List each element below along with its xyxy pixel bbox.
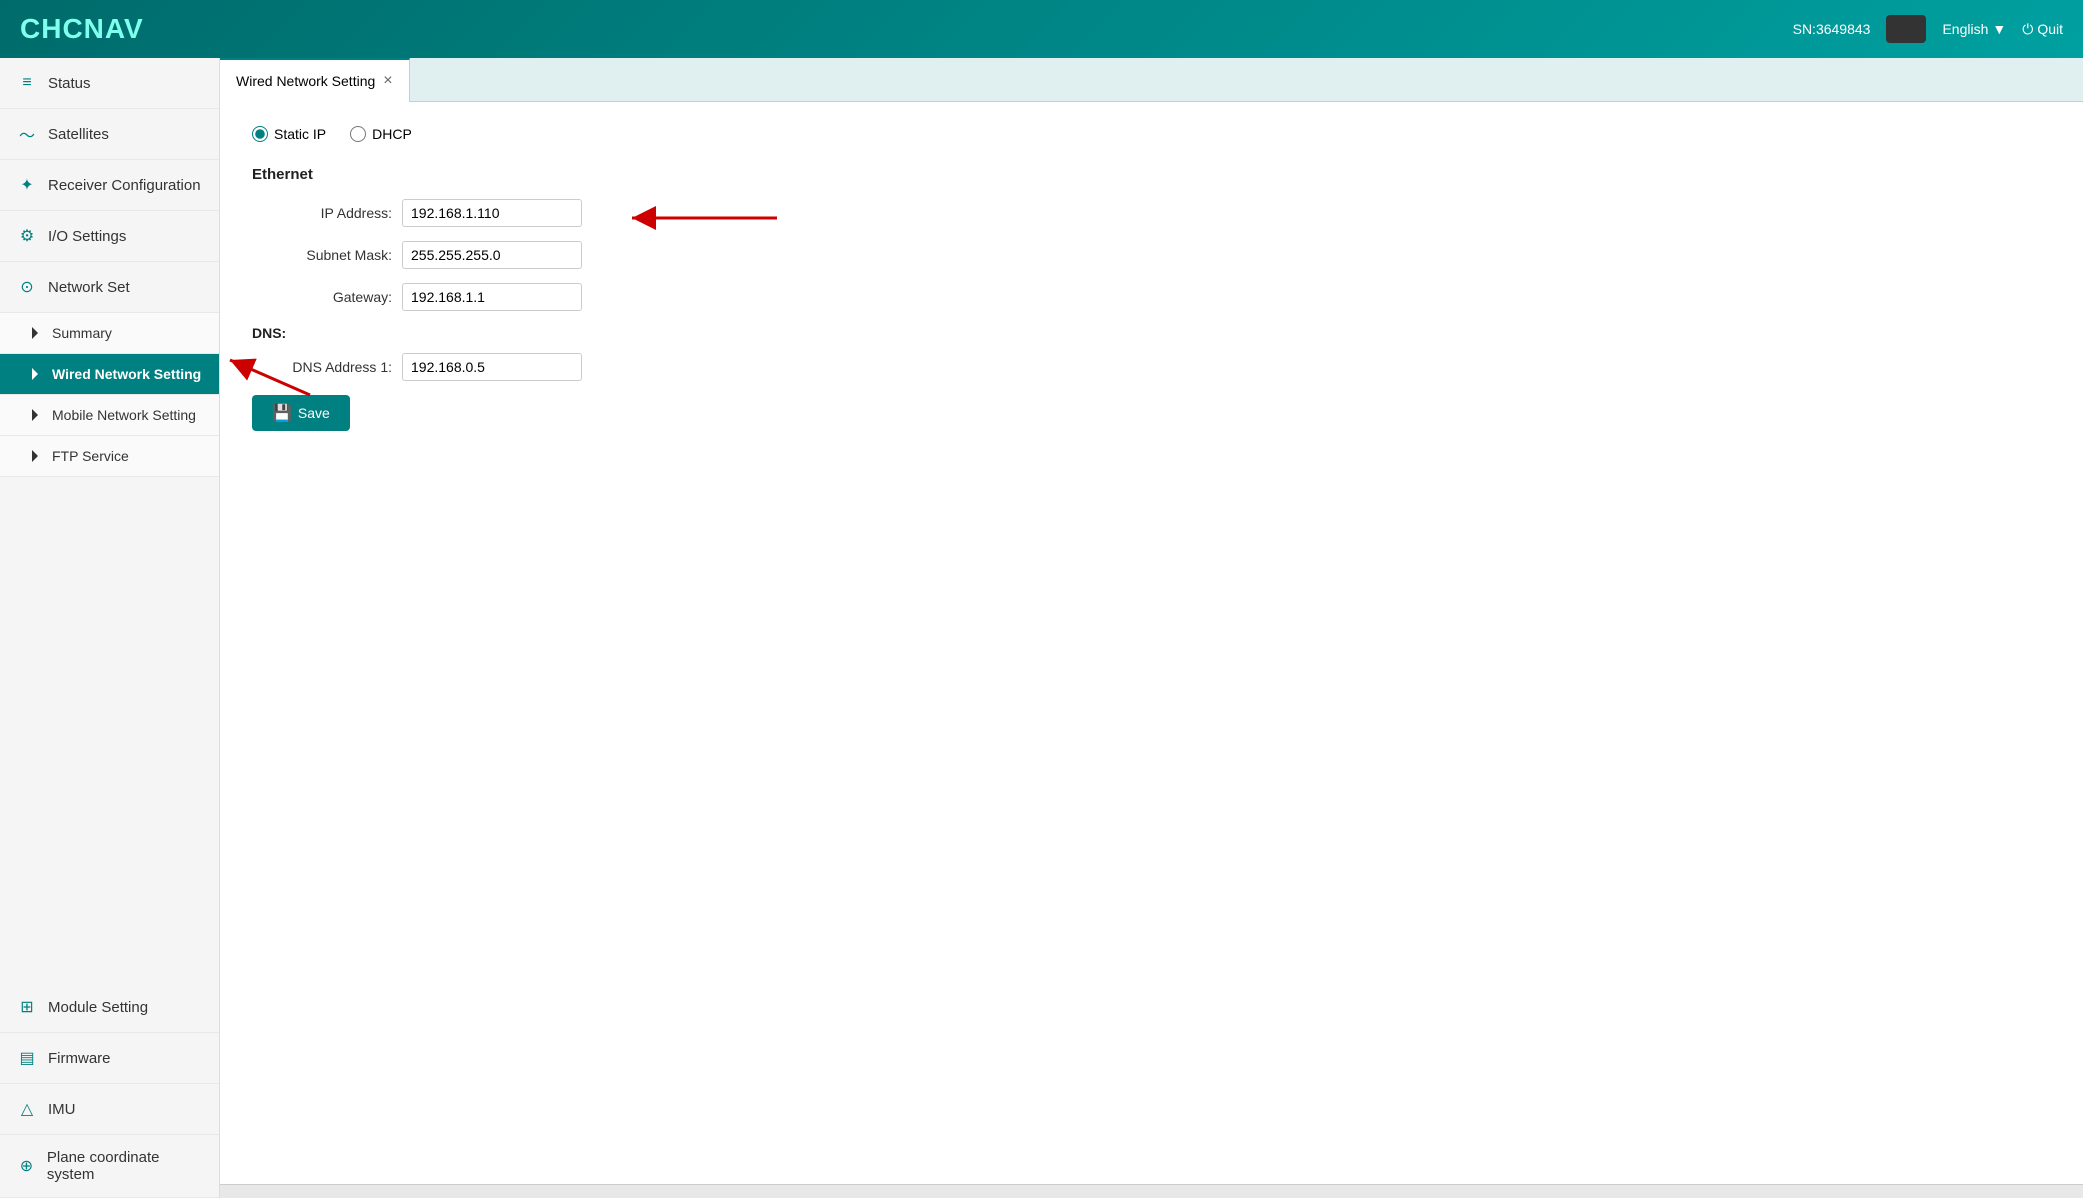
- header: CHCNAV SN:3649843 English ▼ ⏻ Quit: [0, 0, 2083, 58]
- sidebar: ≡ Status 〜 Satellites ✦ Receiver Configu…: [0, 58, 220, 1198]
- tab-wired-network[interactable]: Wired Network Setting ×: [220, 58, 410, 102]
- dns-section-title: DNS:: [252, 325, 2051, 341]
- static-ip-label: Static IP: [274, 126, 326, 142]
- sidebar-label-receiver-config: Receiver Configuration: [48, 177, 201, 194]
- dns-address-1-input[interactable]: [402, 353, 582, 381]
- ftp-service-arrow-icon: [32, 450, 44, 462]
- page-content: Static IP DHCP Ethernet IP Address:: [220, 102, 2083, 1184]
- sidebar-item-network-set[interactable]: ⊙ Network Set: [0, 262, 219, 313]
- sidebar-sub-item-wired-network[interactable]: Wired Network Setting: [0, 354, 219, 395]
- language-selector[interactable]: English ▼: [1942, 21, 2006, 37]
- sidebar-label-status: Status: [48, 75, 91, 92]
- save-button-label: Save: [298, 405, 330, 421]
- chevron-down-icon: ▼: [1992, 21, 2006, 37]
- sidebar-item-satellites[interactable]: 〜 Satellites: [0, 109, 219, 160]
- module-setting-icon: ⊞: [16, 996, 38, 1018]
- sidebar-item-imu[interactable]: △ IMU: [0, 1084, 219, 1135]
- logo-text: CHCNAV: [20, 13, 144, 44]
- dhcp-radio-label[interactable]: DHCP: [350, 126, 412, 142]
- static-ip-radio-label[interactable]: Static IP: [252, 126, 326, 142]
- sidebar-label-network-set: Network Set: [48, 279, 130, 296]
- sn-label: SN:3649843: [1793, 21, 1871, 37]
- save-button[interactable]: 💾 Save: [252, 395, 350, 431]
- dns-address-1-label: DNS Address 1:: [252, 359, 392, 375]
- sidebar-sub-item-ftp-service[interactable]: FTP Service: [0, 436, 219, 477]
- ip-address-label: IP Address:: [252, 205, 392, 221]
- sidebar-label-module-setting: Module Setting: [48, 999, 148, 1016]
- summary-arrow-icon: [32, 327, 44, 339]
- plane-coordinate-icon: ⊕: [16, 1155, 37, 1177]
- gateway-label: Gateway:: [252, 289, 392, 305]
- close-tab-icon[interactable]: ×: [383, 72, 392, 90]
- sidebar-item-status[interactable]: ≡ Status: [0, 58, 219, 109]
- network-set-icon: ⊙: [16, 276, 38, 298]
- sidebar-label-summary: Summary: [52, 325, 112, 341]
- firmware-icon: ▤: [16, 1047, 38, 1069]
- sidebar-sub-item-summary[interactable]: Summary: [0, 313, 219, 354]
- sidebar-label-wired-network: Wired Network Setting: [52, 366, 201, 382]
- ip-address-group: IP Address:: [252, 199, 2051, 227]
- save-icon: 💾: [272, 403, 292, 423]
- tab-label: Wired Network Setting: [236, 73, 375, 89]
- gateway-group: Gateway:: [252, 283, 2051, 311]
- dhcp-radio[interactable]: [350, 126, 366, 142]
- horizontal-scrollbar[interactable]: [220, 1184, 2083, 1198]
- status-icon: ≡: [16, 72, 38, 94]
- sidebar-label-firmware: Firmware: [48, 1050, 111, 1067]
- subnet-mask-group: Subnet Mask:: [252, 241, 2051, 269]
- ethernet-section-title: Ethernet: [252, 166, 2051, 183]
- static-ip-radio[interactable]: [252, 126, 268, 142]
- sidebar-item-io-settings[interactable]: ⚙ I/O Settings: [0, 211, 219, 262]
- quit-label: Quit: [2037, 21, 2063, 37]
- header-right: SN:3649843 English ▼ ⏻ Quit: [1793, 15, 2063, 43]
- sidebar-label-ftp-service: FTP Service: [52, 448, 129, 464]
- language-label: English: [1942, 21, 1988, 37]
- wired-network-arrow-icon: [32, 368, 44, 380]
- imu-icon: △: [16, 1098, 38, 1120]
- dns-address-group: DNS Address 1:: [252, 353, 2051, 381]
- io-settings-icon: ⚙: [16, 225, 38, 247]
- sidebar-label-imu: IMU: [48, 1101, 76, 1118]
- ip-address-input[interactable]: [402, 199, 582, 227]
- mobile-network-arrow-icon: [32, 409, 44, 421]
- satellites-icon: 〜: [16, 123, 38, 145]
- sidebar-item-firmware[interactable]: ▤ Firmware: [0, 1033, 219, 1084]
- quit-button[interactable]: ⏻ Quit: [2022, 21, 2063, 38]
- radio-group: Static IP DHCP: [252, 126, 2051, 142]
- sidebar-label-io-settings: I/O Settings: [48, 228, 126, 245]
- subnet-mask-input[interactable]: [402, 241, 582, 269]
- sidebar-label-plane-coordinate: Plane coordinate system: [47, 1149, 203, 1183]
- sidebar-item-receiver-config[interactable]: ✦ Receiver Configuration: [0, 160, 219, 211]
- sidebar-label-mobile-network: Mobile Network Setting: [52, 407, 196, 423]
- sidebar-item-module-setting[interactable]: ⊞ Module Setting: [0, 982, 219, 1033]
- logo: CHCNAV: [20, 13, 144, 45]
- subnet-mask-label: Subnet Mask:: [252, 247, 392, 263]
- main-container: ≡ Status 〜 Satellites ✦ Receiver Configu…: [0, 58, 2083, 1198]
- device-icon: [1886, 15, 1926, 43]
- sidebar-sub-item-mobile-network[interactable]: Mobile Network Setting: [0, 395, 219, 436]
- receiver-config-icon: ✦: [16, 174, 38, 196]
- quit-icon: ⏻: [2022, 21, 2033, 38]
- gateway-input[interactable]: [402, 283, 582, 311]
- tab-bar: Wired Network Setting ×: [220, 58, 2083, 102]
- sidebar-item-plane-coordinate[interactable]: ⊕ Plane coordinate system: [0, 1135, 219, 1198]
- content-area: Wired Network Setting × Static IP DHCP E…: [220, 58, 2083, 1198]
- dhcp-label: DHCP: [372, 126, 412, 142]
- sidebar-label-satellites: Satellites: [48, 126, 109, 143]
